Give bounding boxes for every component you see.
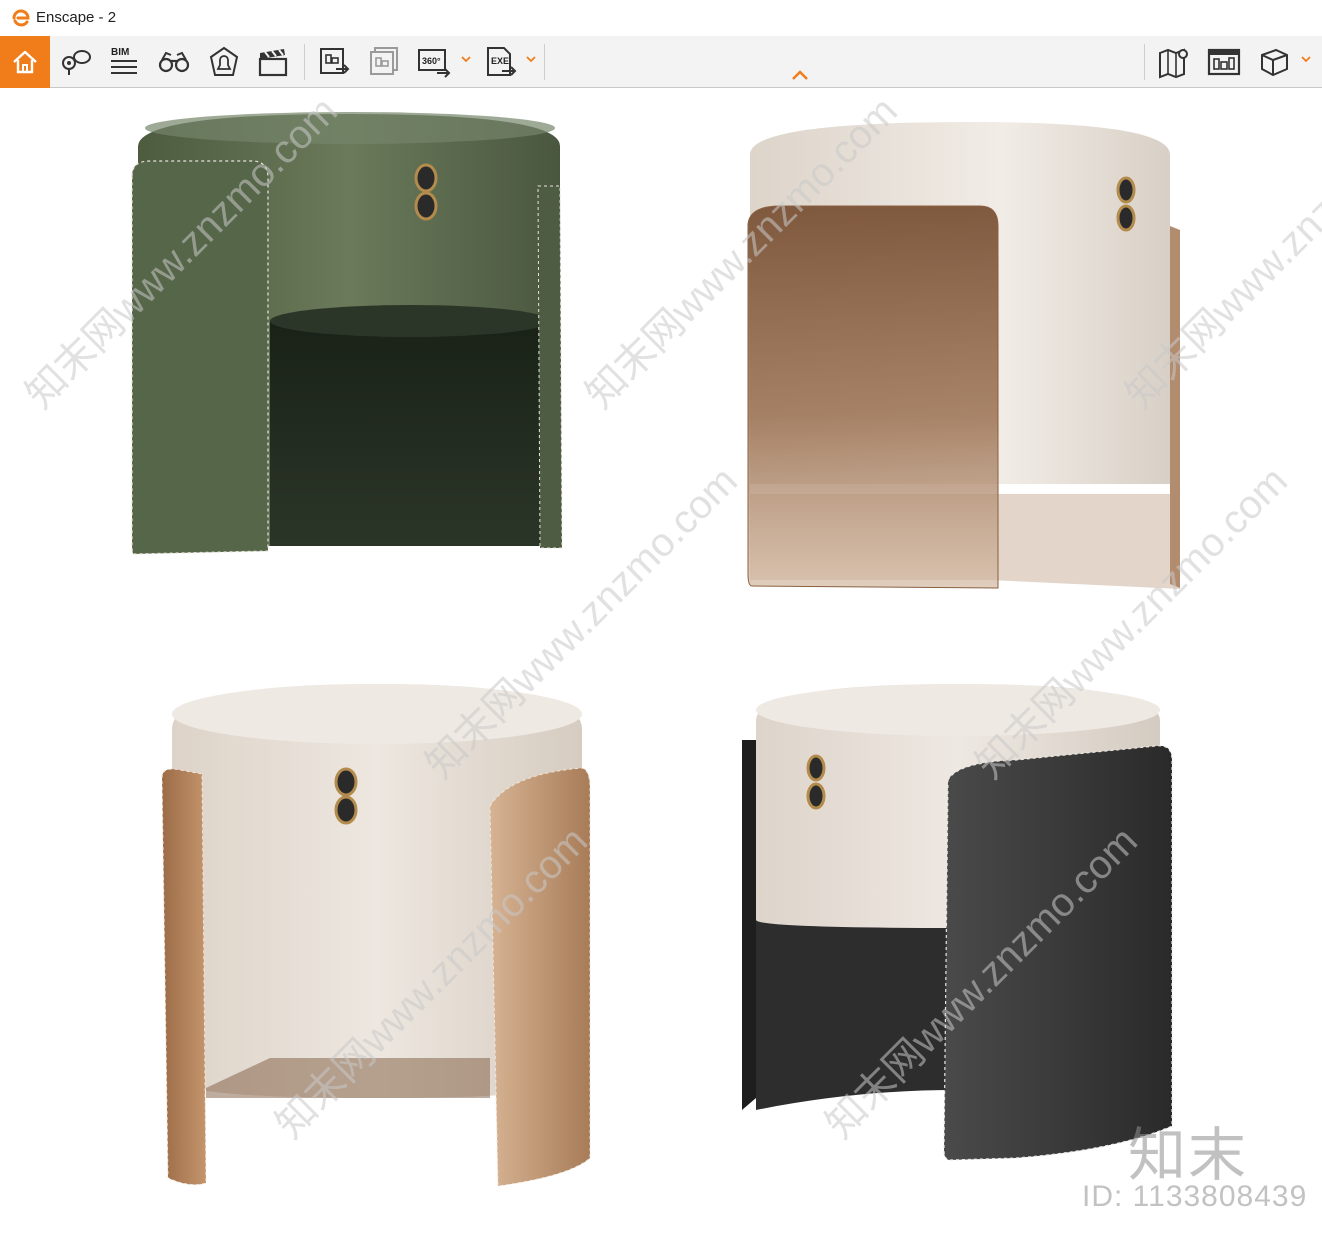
home-button[interactable] — [0, 36, 50, 88]
folded-map-pin-icon — [1159, 48, 1188, 79]
green-velvet-stool-render — [131, 112, 563, 555]
chevron-down-icon — [526, 56, 536, 63]
screenshot-button[interactable] — [312, 40, 356, 84]
exe-dropdown-caret[interactable] — [525, 52, 537, 66]
panorama-label: 360° — [422, 56, 441, 66]
title-bar: Enscape - 2 — [0, 0, 1322, 36]
cream-dark-leather-stool-render — [742, 684, 1173, 1161]
bim-list-icon: BIM — [111, 47, 137, 74]
views-button[interactable] — [54, 40, 98, 84]
cube-settings-button[interactable] — [1252, 40, 1296, 84]
video-editor-button[interactable] — [251, 40, 295, 84]
chevron-up-icon — [792, 70, 808, 80]
main-toolbar: BIM 360° EXE — [0, 36, 1322, 88]
exe-label: EXE — [491, 56, 509, 66]
cube-icon — [1261, 48, 1288, 77]
binoculars-icon — [158, 51, 190, 73]
enscape-logo-icon — [12, 9, 30, 27]
window-title: Enscape - 2 — [36, 9, 117, 26]
export-exe-button[interactable]: EXE — [478, 40, 522, 84]
asset-library-icon — [1207, 48, 1241, 76]
bim-button[interactable]: BIM — [102, 40, 146, 84]
collapse-toolbar-button[interactable] — [788, 66, 812, 84]
toolbar-separator — [304, 44, 305, 80]
batch-render-button[interactable] — [362, 40, 406, 84]
cream-tan-stool-render — [161, 684, 591, 1187]
assets-button[interactable] — [202, 40, 246, 84]
map-pin-views-icon — [62, 50, 91, 75]
binoculars-button[interactable] — [152, 40, 196, 84]
chevron-down-icon — [1301, 56, 1311, 63]
bim-label: BIM — [111, 47, 129, 58]
map-button[interactable] — [1152, 40, 1196, 84]
batch-render-icon — [370, 47, 398, 75]
home-icon — [13, 50, 37, 74]
clapperboard-icon — [258, 49, 288, 77]
pentagon-bell-icon — [209, 46, 239, 76]
screenshot-export-icon — [320, 48, 350, 74]
cube-dropdown-caret[interactable] — [1300, 52, 1312, 66]
panorama-360-icon: 360° — [418, 49, 451, 78]
toolbar-separator — [544, 44, 545, 80]
chevron-down-icon — [461, 56, 471, 63]
toolbar-separator — [1144, 44, 1145, 80]
exe-export-icon: EXE — [487, 47, 517, 76]
panorama-dropdown-caret[interactable] — [460, 52, 472, 66]
render-viewport[interactable]: 知末网www.znzmo.com 知末网www.znzmo.com 知末网www… — [0, 88, 1322, 1239]
cream-glass-stool-render — [747, 122, 1180, 589]
panorama-button[interactable]: 360° — [412, 40, 456, 84]
brand-id: ID: 1133808439 — [1082, 1180, 1308, 1213]
asset-library-button[interactable] — [1202, 40, 1246, 84]
